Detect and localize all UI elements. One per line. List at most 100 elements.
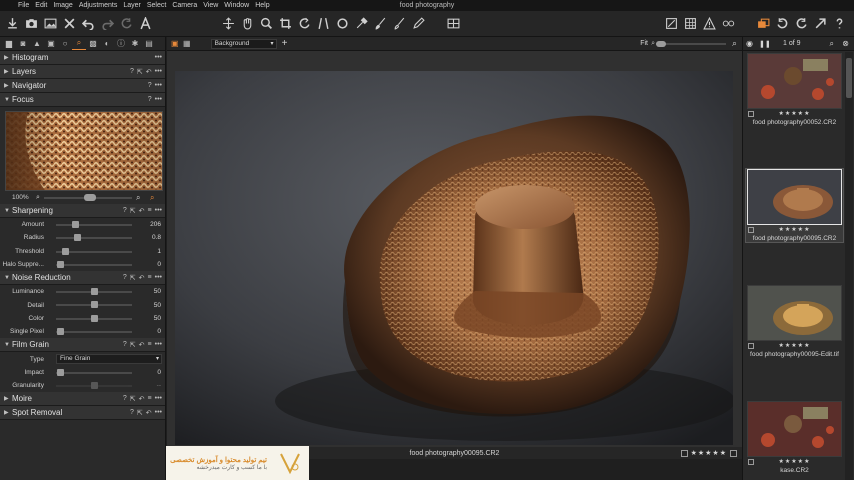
rating-stars[interactable]: ★★★★★ [779,110,811,117]
thumbnail-item[interactable]: ★★★★★ kase.CR2 [746,401,843,474]
grain-type-select[interactable]: Fine Grain ▾ [56,354,162,365]
histogram-section[interactable]: ▶ Histogram ••• [0,51,165,65]
menu-layer[interactable]: Layer [120,0,144,11]
adjust-tab-icon[interactable]: ◐ [100,38,114,50]
slider-thumb[interactable] [56,260,64,268]
rotate-right-icon[interactable] [793,15,810,32]
slider-thumb[interactable] [72,221,79,228]
thumbnail-image[interactable] [747,285,842,341]
reset-icon[interactable]: ↶ [146,409,152,417]
glasses-icon[interactable] [720,15,737,32]
color-tag-checkbox[interactable] [730,449,737,457]
sharpening-slider[interactable] [56,247,132,255]
thumbnail-item[interactable]: ★★★★★ food photography00095.CR2 [745,168,844,243]
add-variant-icon[interactable]: + [282,38,288,49]
reset-icon[interactable]: ↶ [139,341,145,349]
noise-value[interactable]: 50 [154,302,161,309]
grain-impact-slider[interactable] [56,368,132,376]
noise-value[interactable]: 50 [154,315,161,322]
help-icon[interactable]: ? [123,207,127,215]
main-photo[interactable] [175,71,733,445]
copy-settings-icon[interactable]: ⇱ [130,274,136,282]
select-checkbox[interactable] [748,226,754,233]
menu-help[interactable]: Help [252,0,272,11]
zoom-out-icon[interactable]: ⌕ [651,40,655,48]
select-checkbox[interactable] [748,458,754,465]
more-icon[interactable]: ••• [155,68,162,76]
focus-preview[interactable] [5,111,163,191]
menu-select[interactable]: Select [144,0,169,11]
menu-image[interactable]: Image [50,0,75,11]
noise-value[interactable]: 50 [154,288,161,295]
background-dropdown[interactable]: Background ▾ [210,38,277,49]
sharpening-value[interactable]: 0 [157,261,161,268]
calculator-icon[interactable] [682,15,699,32]
slider-thumb[interactable] [74,234,82,242]
erase-icon[interactable] [391,15,408,32]
menu-adjustments[interactable]: Adjustments [76,0,121,11]
capture-tab-icon[interactable]: ◙ [16,38,30,50]
noise-value[interactable]: 0 [157,328,161,335]
menu-window[interactable]: Window [221,0,252,11]
reset-icon[interactable]: ↶ [146,68,152,76]
thumbnail-image[interactable] [747,169,842,225]
thumbnail-image[interactable] [747,401,842,457]
navigator-section[interactable]: ▶ Navigator ? ••• [0,79,165,93]
sharpening-slider[interactable] [56,221,132,228]
help-icon[interactable]: ? [148,96,152,103]
close-icon[interactable]: ⊗ [842,39,849,48]
rating-stars[interactable]: ★★★★★ [779,342,811,349]
rating-stars[interactable]: ★★★★★ [779,458,811,465]
pen-icon[interactable] [410,15,427,32]
image-icon[interactable] [42,15,59,32]
copy-icon[interactable] [755,15,772,32]
zoom-out-icon[interactable]: ⌕ [36,194,40,202]
slider-thumb[interactable] [56,328,64,336]
slider-thumb[interactable] [56,368,64,376]
exposure-tab-icon[interactable]: ▲ [30,38,44,50]
help-icon[interactable] [831,15,848,32]
sharpening-slider[interactable] [56,260,132,268]
reset-icon[interactable]: ↶ [139,207,145,215]
color-tab-icon[interactable]: ▣ [44,38,58,50]
noise-reduction-section[interactable]: ▼ Noise Reduction ? ⇱ ↶ ≡ ••• [0,271,165,286]
image-viewer[interactable] [167,51,742,447]
library-tab-icon[interactable]: ▆ [2,38,16,50]
thumbnail-image[interactable] [747,53,842,109]
noise-slider[interactable] [56,314,132,322]
hand-icon[interactable] [239,15,256,32]
more-icon[interactable]: ••• [155,96,162,103]
presets-icon[interactable]: ≡ [148,274,152,282]
search-icon[interactable]: ⌕ [830,39,834,49]
share-icon[interactable] [812,15,829,32]
reset-icon[interactable]: ↶ [139,395,145,403]
sharpening-value[interactable]: 1 [157,248,161,255]
slider-thumb[interactable] [91,381,98,389]
slider-thumb[interactable] [91,301,98,309]
rating-stars[interactable]: ★★★★★ [691,449,727,457]
grain-granularity-slider[interactable] [56,381,132,389]
crop-icon[interactable] [277,15,294,32]
grain-impact-value[interactable]: 0 [157,369,161,376]
zoom-in-icon[interactable]: ⌕ [136,193,140,203]
focus-section[interactable]: ▼ Focus ? ••• [0,93,165,107]
help-icon[interactable]: ? [123,274,127,282]
multi-view-icon[interactable]: ▦ [183,39,191,48]
pan-icon[interactable] [220,15,237,32]
rotate-icon[interactable] [296,15,313,32]
reset-icon[interactable]: ↶ [139,274,145,282]
spot-removal-section[interactable]: ▶ Spot Removal ? ⇱ ↶ ••• [0,406,165,421]
presets-icon[interactable]: ≡ [148,395,152,403]
undo-icon[interactable] [80,15,97,32]
menu-view[interactable]: View [200,0,221,11]
redo-icon[interactable] [99,15,116,32]
sharpening-section[interactable]: ▼ Sharpening ? ⇱ ↶ ≡ ••• [0,204,165,218]
viewer-rating[interactable]: ★★★★★ [680,449,737,457]
menu-file[interactable]: File [15,0,32,11]
noise-slider[interactable] [56,301,132,309]
keystone-icon[interactable] [315,15,332,32]
focus-zoom-slider[interactable] [44,194,132,201]
grain-granularity-value[interactable]: -- [157,382,161,389]
text-tool-icon[interactable] [137,15,154,32]
browser-scrollbar[interactable] [845,52,853,480]
